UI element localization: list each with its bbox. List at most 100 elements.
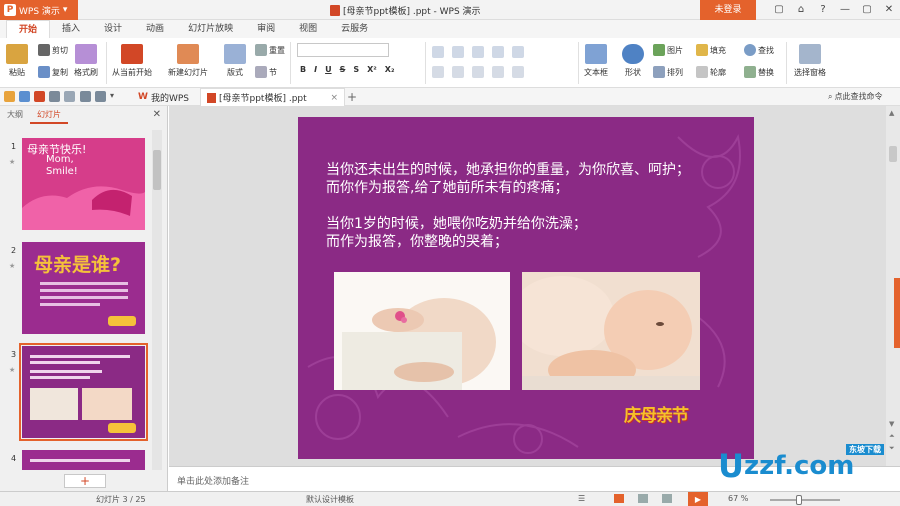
format-painter-button[interactable]: 格式刷	[74, 44, 98, 78]
indent-increase-icon[interactable]	[492, 46, 504, 58]
tab-insert[interactable]: 插入	[50, 20, 92, 38]
slide-sorter-icon[interactable]	[638, 494, 648, 503]
fill-button[interactable]: 填充	[696, 44, 726, 56]
replace-button[interactable]: 替换	[744, 66, 774, 78]
picture-button[interactable]: 图片	[653, 44, 683, 56]
reset-button[interactable]: 重置	[255, 44, 285, 56]
copy-button[interactable]: 复制	[38, 66, 68, 78]
underline-button[interactable]: U	[325, 65, 332, 74]
close-button[interactable]: ✕	[878, 0, 900, 20]
justify-icon[interactable]	[492, 66, 504, 78]
previous-slide-icon[interactable]: ⏶	[889, 432, 895, 441]
italic-button[interactable]: I	[314, 65, 317, 74]
redo-icon[interactable]	[95, 91, 106, 102]
indent-decrease-icon[interactable]	[472, 46, 484, 58]
slide-counter: 幻灯片 3 / 25	[96, 495, 146, 504]
section-button[interactable]: 节	[255, 66, 277, 78]
help-icon[interactable]: ?	[812, 0, 834, 20]
new-slide-button[interactable]: 新建幻灯片	[168, 44, 208, 78]
chevron-down-icon[interactable]: ▾	[110, 91, 121, 102]
slide-thumbnail-2[interactable]: 母亲是谁?	[22, 242, 145, 334]
scroll-down-icon[interactable]: ▼	[889, 420, 894, 428]
skin-icon[interactable]: ▢	[768, 0, 790, 20]
zoom-level[interactable]: 67 %	[728, 494, 748, 503]
add-slide-button[interactable]: +	[64, 474, 106, 488]
slide-thumbnail-3[interactable]	[19, 343, 148, 441]
align-right-icon[interactable]	[472, 66, 484, 78]
slide-thumbnail-1[interactable]: 母亲节快乐! Mom, Smile!	[22, 138, 145, 230]
paste-button[interactable]: 粘贴	[6, 44, 28, 78]
scroll-up-icon[interactable]: ▲	[889, 109, 894, 117]
current-slide[interactable]: 当你还未出生的时候，她承担你的重量，为你欣喜、呵护； 而你作为报答,给了她前所未…	[298, 117, 754, 459]
zoom-slider[interactable]	[770, 495, 840, 505]
close-tab-icon[interactable]: ×	[330, 93, 338, 103]
outline-button[interactable]: 轮廓	[696, 66, 726, 78]
app-menu-button[interactable]: P WPS 演示 ▾	[0, 0, 78, 20]
font-family-select[interactable]	[297, 43, 389, 57]
home-icon[interactable]: ⌂	[790, 0, 812, 20]
layout-button[interactable]: 版式	[224, 44, 246, 78]
align-center-icon[interactable]	[452, 66, 464, 78]
maximize-button[interactable]: ▢	[856, 0, 878, 20]
thumb2-text-line	[40, 303, 100, 306]
select-pane-button[interactable]: 选择窗格	[794, 44, 826, 78]
close-pane-icon[interactable]: ✕	[153, 109, 161, 120]
slide-thumbnail-4[interactable]	[22, 450, 145, 470]
line-spacing-icon[interactable]	[512, 46, 524, 58]
wps-presentation-window: P WPS 演示 ▾ [母亲节ppt模板] .ppt - WPS 演示 未登录 …	[0, 0, 900, 506]
bullets-icon[interactable]	[432, 46, 444, 58]
tab-slides[interactable]: 幻灯片	[30, 106, 68, 124]
align-left-icon[interactable]	[432, 66, 444, 78]
preview-icon[interactable]	[64, 91, 75, 102]
from-current-button[interactable]: 从当前开始	[112, 44, 152, 78]
play-button[interactable]: ▶	[688, 492, 708, 506]
undo-icon[interactable]	[80, 91, 91, 102]
section-label: 节	[269, 67, 277, 77]
tab-review[interactable]: 审阅	[245, 20, 287, 38]
copy-label: 复制	[52, 67, 68, 77]
reading-view-icon[interactable]	[662, 494, 672, 503]
save-icon[interactable]	[19, 91, 30, 102]
tab-view[interactable]: 视图	[287, 20, 329, 38]
tab-my-wps[interactable]: W 我的WPS	[130, 88, 197, 106]
tab-animation[interactable]: 动画	[134, 20, 176, 38]
cut-button[interactable]: 剪切	[38, 44, 68, 56]
task-pane-handle[interactable]	[894, 278, 900, 348]
comment-icon[interactable]: ☰	[578, 494, 585, 503]
tab-outline[interactable]: 大纲	[0, 106, 30, 124]
shadow-button[interactable]: S	[353, 65, 359, 74]
print-icon[interactable]	[49, 91, 60, 102]
text-box-icon	[585, 44, 607, 64]
subscript-button[interactable]: X₂	[385, 65, 395, 74]
tab-design[interactable]: 设计	[92, 20, 134, 38]
export-pdf-icon[interactable]	[34, 91, 45, 102]
strikethrough-button[interactable]: S	[340, 65, 346, 74]
find-button[interactable]: 查找	[744, 44, 774, 56]
bold-button[interactable]: B	[300, 65, 306, 74]
shape-button[interactable]: 形状	[622, 44, 644, 78]
zoom-slider-thumb[interactable]	[796, 495, 802, 505]
new-tab-button[interactable]: +	[347, 88, 357, 106]
superscript-button[interactable]: X²	[367, 65, 377, 74]
arrange-button[interactable]: 排列	[653, 66, 683, 78]
thumb4-text-line	[30, 459, 130, 462]
tab-slideshow[interactable]: 幻灯片放映	[176, 20, 245, 38]
scroll-thumb[interactable]	[889, 146, 897, 162]
login-button[interactable]: 未登录	[700, 0, 756, 20]
tab-cloud[interactable]: 云服务	[329, 20, 380, 38]
slide-body-text[interactable]: 当你还未出生的时候，她承担你的重量，为你欣喜、呵护； 而你作为报答,给了她前所未…	[326, 161, 690, 251]
breastfeeding-baby-photo[interactable]	[522, 272, 700, 390]
tab-current-document[interactable]: [母亲节ppt模板] .ppt ×	[200, 88, 345, 106]
numbering-icon[interactable]	[452, 46, 464, 58]
open-icon[interactable]	[4, 91, 15, 102]
normal-view-icon[interactable]	[614, 494, 624, 503]
scroll-thumb[interactable]	[153, 150, 161, 190]
text-box-button[interactable]: 文本框	[584, 44, 608, 78]
pregnant-belly-photo[interactable]	[334, 272, 510, 390]
minimize-button[interactable]: —	[834, 0, 856, 20]
tab-home[interactable]: 开始	[6, 20, 51, 38]
command-search[interactable]: ⌕ 点此查找命令	[828, 91, 882, 102]
tab-my-wps-label: 我的WPS	[150, 93, 189, 104]
distribute-icon[interactable]	[512, 66, 524, 78]
thumbnail-scrollbar[interactable]	[152, 130, 162, 470]
